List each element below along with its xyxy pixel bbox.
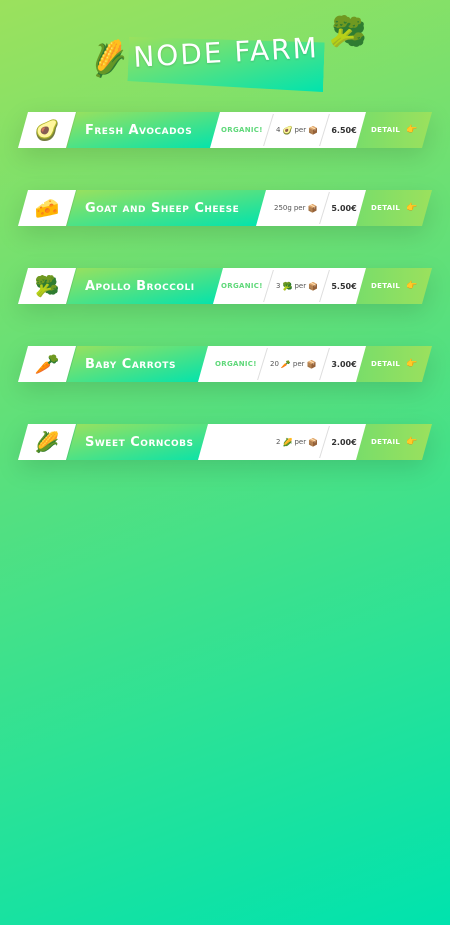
organic-badge: ORGANIC!: [221, 282, 263, 290]
product-name[interactable]: Apollo Broccoli: [67, 268, 224, 304]
pointing-right-icon: 👉: [406, 359, 418, 369]
product-price: 2.00€: [331, 437, 357, 447]
product-card: 🌽 Sweet Corncobs 2 🌽 per 📦 2.00€ DETAIL …: [18, 424, 432, 460]
product-card: 🧀 Goat and Sheep Cheese 250g per 📦 5.00€…: [18, 190, 432, 226]
broccoli-icon: 🥦: [18, 268, 76, 304]
product-card: 🥑 Fresh Avocados ORGANIC! 4 🥑 per 📦 6.50…: [18, 112, 432, 148]
avocado-icon: 🥑: [18, 112, 76, 148]
corn-icon: 🌽: [282, 437, 293, 447]
detail-button[interactable]: DETAIL 👉: [356, 268, 432, 304]
pointing-right-icon: 👉: [406, 437, 418, 447]
detail-button[interactable]: DETAIL 👉: [356, 190, 432, 226]
product-name[interactable]: Fresh Avocados: [67, 112, 222, 148]
pointing-right-icon: 👉: [406, 281, 418, 291]
organic-badge: ORGANIC!: [221, 126, 263, 134]
product-price: 5.00€: [331, 203, 357, 213]
box-icon: 📦: [308, 281, 319, 291]
product-card: 🥕 Baby Carrots ORGANIC! 20 🥕 per 📦 3.00€…: [18, 346, 432, 382]
corn-icon: 🌽: [86, 37, 132, 82]
product-price: 5.50€: [331, 281, 357, 291]
product-quantity: 250g per 📦: [274, 203, 318, 213]
carrot-icon: 🥕: [280, 359, 291, 369]
carrot-icon: 🥕: [18, 346, 76, 382]
broccoli-icon: 🥦: [327, 13, 371, 54]
product-quantity: 20 🥕 per 📦: [270, 359, 317, 369]
corn-icon: 🌽: [18, 424, 76, 460]
broccoli-icon: 🥦: [282, 281, 293, 291]
product-quantity: 2 🌽 per 📦: [276, 437, 319, 447]
pointing-right-icon: 👉: [406, 203, 418, 213]
box-icon: 📦: [308, 125, 319, 135]
pointing-right-icon: 👉: [406, 125, 418, 135]
product-name[interactable]: Baby Carrots: [67, 346, 209, 382]
cheese-icon: 🧀: [18, 190, 76, 226]
header: 🌽 Node Farm 🥦: [0, 13, 450, 100]
product-name[interactable]: Goat and Sheep Cheese: [67, 190, 267, 226]
organic-badge: ORGANIC!: [215, 360, 257, 368]
box-icon: 📦: [308, 437, 319, 447]
product-price: 3.00€: [331, 359, 357, 369]
product-price: 6.50€: [331, 125, 357, 135]
product-quantity: 4 🥑 per 📦: [276, 125, 319, 135]
detail-button[interactable]: DETAIL 👉: [356, 424, 432, 460]
box-icon: 📦: [306, 359, 317, 369]
box-icon: 📦: [307, 203, 318, 213]
detail-button[interactable]: DETAIL 👉: [356, 112, 432, 148]
product-quantity: 3 🥦 per 📦: [276, 281, 319, 291]
detail-button[interactable]: DETAIL 👉: [356, 346, 432, 382]
product-card: 🥦 Apollo Broccoli ORGANIC! 3 🥦 per 📦 5.5…: [18, 268, 432, 304]
avocado-icon: 🥑: [282, 125, 293, 135]
